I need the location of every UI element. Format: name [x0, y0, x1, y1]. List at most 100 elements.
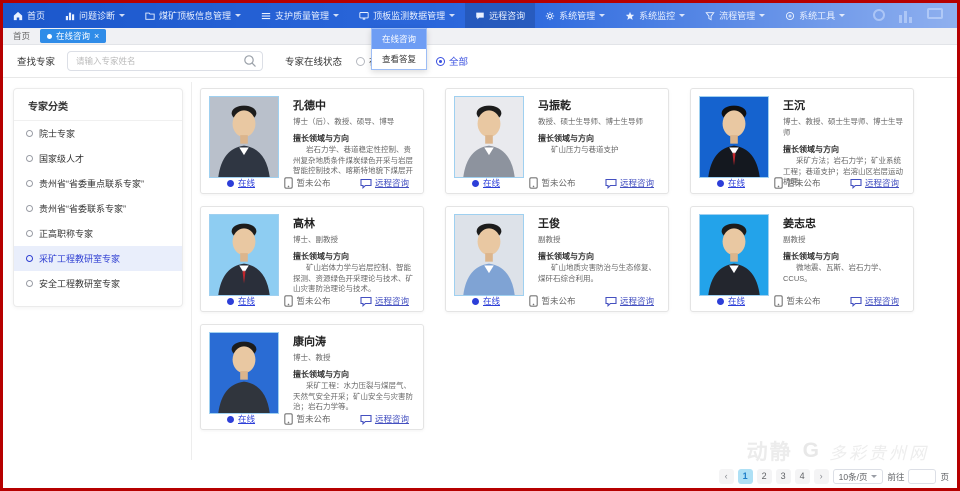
sidebar-item-provincial-expert[interactable]: 贵州省“省委联系专家” — [14, 196, 182, 221]
nav-item-home[interactable]: 首页 — [3, 3, 55, 28]
nav-item-monitoring-data[interactable]: 顶板监测数据管理 — [349, 3, 465, 28]
tab-bar: 首页 在线咨询 × — [3, 28, 957, 45]
tab-close-icon[interactable]: × — [94, 32, 99, 41]
phone-icon — [774, 295, 783, 307]
remote-consult-link[interactable]: 远程咨询 — [850, 177, 899, 189]
page-size-select[interactable]: 10条/页 — [833, 469, 884, 484]
page-button-2[interactable]: 2 — [757, 469, 772, 484]
gear-icon — [545, 11, 555, 21]
field-label: 擅长领域与方向 — [538, 251, 660, 262]
expert-name: 马振乾 — [538, 97, 660, 113]
main-content: 专家分类 院士专家 国家级人才 贵州省“省委重点联系专家” 贵州省“省委联系专家… — [3, 78, 957, 488]
online-status: 在线 — [717, 177, 745, 189]
page-button-3[interactable]: 3 — [776, 469, 791, 484]
radio-icon — [356, 57, 365, 66]
expert-title: 副教授 — [538, 234, 660, 245]
expert-title: 副教授 — [783, 234, 905, 245]
menu-item-view-replies[interactable]: 查看答复 — [372, 49, 426, 69]
sidebar-item-safety-dept-expert[interactable]: 安全工程教研室专家 — [14, 271, 182, 296]
phone-status: 暂未公布 — [774, 177, 820, 189]
nav-item-support-quality[interactable]: 支护质量管理 — [251, 3, 349, 28]
radio-all[interactable]: 全部 — [436, 54, 468, 68]
tab-active-dot-icon — [47, 34, 52, 39]
chat-bubble-icon — [605, 296, 617, 307]
online-status: 在线 — [227, 177, 255, 189]
tab-online-consult[interactable]: 在线咨询 × — [40, 29, 106, 43]
prev-page-button[interactable]: ‹ — [719, 469, 734, 484]
search-input[interactable] — [67, 51, 263, 71]
remote-consult-link[interactable]: 远程咨询 — [360, 295, 409, 307]
nav-right: 系统管理 系统监控 流程管理 系统工具 — [535, 3, 855, 28]
nav-label: 远程咨询 — [489, 9, 525, 22]
page-button-1[interactable]: 1 — [738, 469, 753, 484]
chevron-down-icon — [759, 14, 765, 20]
sidebar-item-mining-dept-expert[interactable]: 采矿工程教研室专家 — [14, 246, 182, 271]
remote-consult-link[interactable]: 远程咨询 — [360, 177, 409, 189]
card-footer: 在线 暂未公布 远程咨询 — [201, 177, 423, 189]
sidebar-item-key-provincial-expert[interactable]: 贵州省“省委重点联系专家” — [14, 171, 182, 196]
phone-status: 暂未公布 — [774, 295, 820, 307]
nav-item-process-admin[interactable]: 流程管理 — [695, 3, 775, 28]
chevron-down-icon — [235, 14, 241, 20]
nav-label: 系统管理 — [559, 9, 595, 22]
remote-consult-link[interactable]: 远程咨询 — [605, 177, 654, 189]
search-icon[interactable] — [243, 54, 257, 68]
nav-item-system-admin[interactable]: 系统管理 — [535, 3, 615, 28]
online-status-label: 专家在线状态 — [285, 54, 342, 68]
tab-home[interactable]: 首页 — [3, 30, 40, 42]
expert-title: 博士、教授 — [293, 352, 415, 363]
page-button-4[interactable]: 4 — [795, 469, 810, 484]
online-dot-icon — [472, 180, 479, 187]
expert-title: 博士、教授、硕士生导师、博士生导师 — [783, 116, 905, 138]
app-window: 首页 问题诊断 煤矿顶板信息管理 支护质量管理 顶板监测数据管理 — [0, 0, 960, 491]
expert-name: 王沉 — [783, 97, 905, 113]
nav-left: 首页 问题诊断 煤矿顶板信息管理 支护质量管理 顶板监测数据管理 — [3, 3, 535, 28]
chat-bubble-icon — [360, 178, 372, 189]
phone-status: 暂未公布 — [529, 177, 575, 189]
expert-card: 高林 博士、副教授 擅长领域与方向 矿山岩体力学与岩层控制、智能探测、资源绿色开… — [200, 206, 424, 312]
nav-item-system-monitor[interactable]: 系统监控 — [615, 3, 695, 28]
pagination: ‹ 1 2 3 4 › 10条/页 前往 页 — [719, 469, 949, 484]
phone-status: 暂未公布 — [284, 413, 330, 425]
chevron-down-icon — [599, 14, 605, 20]
radio-icon — [436, 57, 445, 66]
card-footer: 在线 暂未公布 远程咨询 — [446, 177, 668, 189]
nav-item-system-tools[interactable]: 系统工具 — [775, 3, 855, 28]
flow-icon — [705, 11, 715, 21]
sidebar-item-senior-title-expert[interactable]: 正高职称专家 — [14, 221, 182, 246]
goto-page-input[interactable] — [908, 469, 936, 484]
remote-consult-link[interactable]: 远程咨询 — [360, 413, 409, 425]
chevron-down-icon — [871, 475, 877, 481]
chevron-down-icon — [449, 14, 455, 20]
expert-card: 姜志忠 副教授 擅长领域与方向 微地震、瓦斯、岩石力学、CCUS。 在线 暂未公… — [690, 206, 914, 312]
menu-item-online-consult[interactable]: 在线咨询 — [372, 29, 426, 49]
field-label: 擅长领域与方向 — [293, 251, 415, 262]
remote-consult-link[interactable]: 远程咨询 — [850, 295, 899, 307]
phone-icon — [284, 177, 293, 189]
nav-item-roof-info[interactable]: 煤矿顶板信息管理 — [135, 3, 251, 28]
phone-icon — [284, 413, 293, 425]
nav-item-remote-consult[interactable]: 远程咨询 — [465, 3, 535, 28]
remote-consult-link[interactable]: 远程咨询 — [605, 295, 654, 307]
expert-name: 康向涛 — [293, 333, 415, 349]
next-page-button[interactable]: › — [814, 469, 829, 484]
chevron-down-icon — [839, 14, 845, 20]
top-navbar: 首页 问题诊断 煤矿顶板信息管理 支护质量管理 顶板监测数据管理 — [3, 3, 957, 28]
expert-category-panel: 专家分类 院士专家 国家级人才 贵州省“省委重点联系专家” 贵州省“省委联系专家… — [13, 88, 183, 307]
remote-consult-dropdown: 在线咨询 查看答复 — [371, 28, 427, 70]
ring-icon — [26, 280, 33, 287]
nav-item-diagnosis[interactable]: 问题诊断 — [55, 3, 135, 28]
expert-photo — [454, 96, 524, 178]
sidebar-item-national-talent[interactable]: 国家级人才 — [14, 146, 182, 171]
phone-status: 暂未公布 — [284, 177, 330, 189]
card-footer: 在线 暂未公布 远程咨询 — [201, 295, 423, 307]
field-description: 矿山地质灾害防治与生态修复、煤矸石综合利用。 — [538, 263, 660, 295]
ring-icon — [26, 130, 33, 137]
search-bar: 查找专家 专家在线状态 在线 全部 — [3, 45, 957, 78]
tab-label: 在线咨询 — [56, 30, 90, 42]
online-status: 在线 — [717, 295, 745, 307]
sidebar-item-academician[interactable]: 院士专家 — [14, 121, 182, 146]
sidebar-item-label: 采矿工程教研室专家 — [39, 252, 120, 265]
goto-label: 前往 — [887, 471, 904, 483]
online-dot-icon — [717, 180, 724, 187]
